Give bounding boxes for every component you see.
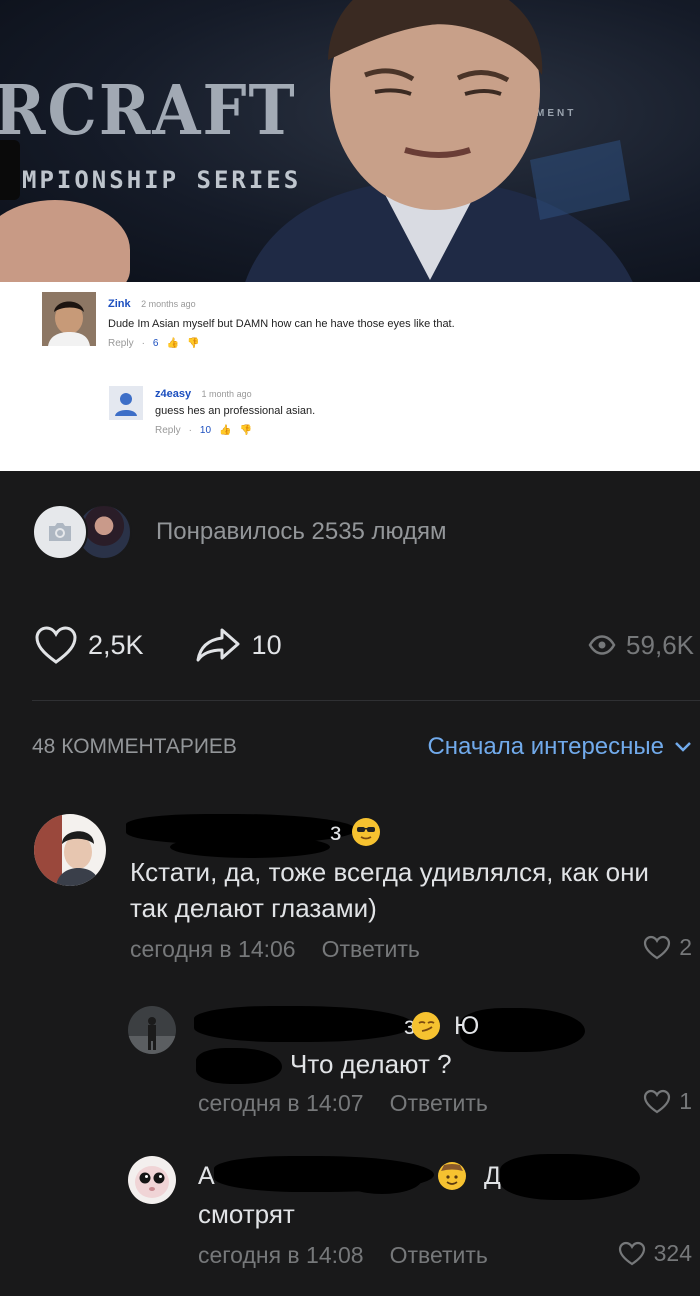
- heart-icon: [644, 935, 671, 960]
- author-name-fragment: А: [198, 1162, 215, 1190]
- reply-button[interactable]: Ответить: [390, 1242, 488, 1269]
- avatar[interactable]: [128, 1156, 176, 1204]
- like-count: 2,5K: [88, 629, 144, 660]
- comment-like-button[interactable]: 2: [643, 934, 692, 961]
- avatar: [42, 292, 96, 346]
- sort-label: Сначала интересные: [427, 733, 664, 760]
- share-count: 10: [251, 629, 282, 660]
- sort-dropdown[interactable]: Сначала интересные: [427, 733, 692, 761]
- comment-author: z4easy: [155, 388, 192, 400]
- comment-time: 2 months ago: [141, 299, 196, 309]
- comment-text: Кстати, да, тоже всегда удивлялся, как о…: [130, 857, 649, 923]
- liked-by-row[interactable]: Понравилось 2535 людям: [32, 504, 447, 560]
- youtube-comments-screenshot: Zink 2 months ago Dude Im Asian myself b…: [0, 282, 700, 471]
- author-name-fragment: Д: [484, 1162, 501, 1190]
- reply-button[interactable]: Ответить: [322, 936, 420, 963]
- author-name-fragment: з: [330, 818, 342, 846]
- share-icon: [196, 628, 240, 662]
- reply-label: Reply: [155, 425, 181, 436]
- heart-icon: [644, 1089, 671, 1114]
- comments-count: 48 КОММЕНТАРИЕВ: [32, 735, 237, 758]
- comment-like-count: 324: [653, 1240, 692, 1266]
- comment-meta: сегодня в 14:07 Ответить: [198, 1090, 488, 1117]
- redacted-name: [342, 1164, 422, 1194]
- avatar[interactable]: [128, 1006, 176, 1054]
- comment-time: сегодня в 14:08: [198, 1242, 364, 1268]
- like-count: 10: [199, 425, 212, 436]
- comment-reply-item: А Д смотрят сегодня в 14:08 Ответить 324: [0, 1150, 700, 1290]
- comment-like-count: 1: [679, 1088, 692, 1114]
- person-figure: [245, 0, 633, 282]
- views-counter: 59,6K: [588, 630, 694, 661]
- comment-text: Что делают ?: [290, 1049, 452, 1079]
- reply-button[interactable]: Ответить: [390, 1090, 488, 1117]
- views-count: 59,6K: [626, 629, 694, 660]
- comments-header: 48 КОММЕНТАРИЕВ Сначала интересные: [32, 730, 692, 764]
- heart-icon: [618, 1241, 645, 1266]
- comment-time: 1 month ago: [201, 389, 252, 399]
- comment-author: Zink: [108, 298, 131, 310]
- avatar: [109, 386, 143, 420]
- comment-text: смотрят: [198, 1199, 295, 1229]
- photo: RCRAFT MPIONSHIP SERIES MENT: [0, 0, 700, 282]
- comment-time: сегодня в 14:06: [130, 936, 296, 962]
- camera-icon: [49, 523, 71, 541]
- microphone: [0, 140, 20, 200]
- comment-item: з Кстати, да, тоже всегда удивлялся, как…: [0, 800, 700, 980]
- like-count: 6: [152, 338, 159, 349]
- smirk-emoji: [412, 1012, 440, 1040]
- youtube-comment: Zink 2 months ago Dude Im Asian myself b…: [108, 298, 455, 349]
- author-name-fragment: Ю: [454, 1012, 480, 1040]
- comment-like-count: 2: [679, 934, 692, 960]
- thumbs-down-icon: 👎: [186, 338, 200, 349]
- chevron-down-icon: [675, 742, 691, 752]
- sunglasses-emoji: [352, 818, 380, 846]
- share-button[interactable]: 10: [194, 626, 282, 664]
- comment-time: сегодня в 14:07: [198, 1090, 364, 1116]
- redacted-mention: [196, 1048, 282, 1084]
- divider: [32, 700, 700, 701]
- thumbs-up-icon: 👍: [166, 338, 179, 349]
- comment-reply-item: з Ю Что делают ? сегодня в 14:07 Ответит…: [0, 1000, 700, 1130]
- camera-avatar: [32, 504, 88, 560]
- comment-like-button[interactable]: 1: [643, 1088, 692, 1115]
- heart-icon: [35, 626, 77, 664]
- comment-meta: сегодня в 14:08 Ответить: [198, 1242, 488, 1269]
- thumbs-up-icon: 👍: [219, 425, 232, 436]
- post-image[interactable]: RCRAFT MPIONSHIP SERIES MENT Zink 2 mont…: [0, 0, 700, 471]
- like-button[interactable]: 2,5K: [34, 625, 144, 665]
- redacted-name: [500, 1154, 640, 1200]
- cowboy-emoji: [438, 1162, 466, 1190]
- avatar[interactable]: [34, 814, 106, 886]
- hand: [0, 200, 130, 282]
- post-actions: 2,5K 10 59,6K: [34, 620, 694, 670]
- youtube-comment: z4easy 1 month ago guess hes an professi…: [155, 388, 316, 436]
- reply-label: Reply: [108, 338, 134, 349]
- eye-icon: [588, 635, 616, 655]
- comment-like-button[interactable]: 324: [618, 1240, 692, 1267]
- thumbs-down-icon: 👎: [239, 425, 252, 436]
- likes-summary-text: Понравилось 2535 людям: [156, 518, 447, 545]
- comment-meta: сегодня в 14:06 Ответить: [130, 936, 420, 963]
- comment-text: Dude Im Asian myself but DAMN how can he…: [108, 318, 455, 330]
- redacted-name: [194, 1006, 414, 1042]
- comment-text: guess hes an professional asian.: [155, 405, 316, 417]
